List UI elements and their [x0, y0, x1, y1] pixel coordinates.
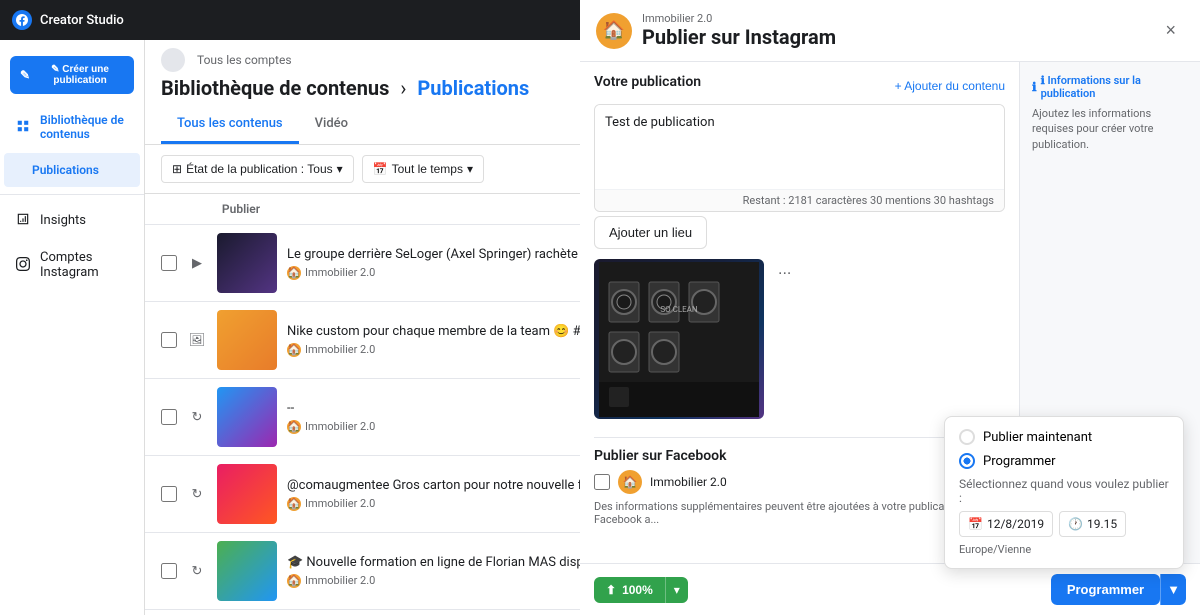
- row-checkbox[interactable]: [161, 255, 177, 271]
- schedule-time-input[interactable]: 🕐 19.15: [1059, 511, 1126, 537]
- sidebar-item-comptes[interactable]: Comptes Instagram: [4, 240, 140, 290]
- clock-icon: 🕐: [1068, 517, 1083, 531]
- post-image: SO CLEAN: [594, 259, 764, 419]
- modal-footer: ⬆ 100% ▾ Programmer ▼: [580, 563, 1200, 615]
- row-thumbnail: [217, 310, 277, 370]
- tab-video[interactable]: Vidéo: [299, 106, 364, 144]
- publication-section-header: Votre publication + Ajouter du contenu: [594, 74, 1005, 98]
- calendar-filter-icon: 📅: [373, 162, 388, 176]
- fb-account-name: Immobilier 2.0: [650, 475, 727, 489]
- modal-close-button[interactable]: ×: [1157, 16, 1184, 45]
- progress-button[interactable]: ⬆ 100%: [594, 577, 665, 603]
- char-count: Restant : 2181 caractères 30 mentions 30…: [595, 189, 1004, 211]
- create-icon: ✎: [20, 68, 30, 82]
- svg-text:SO CLEAN: SO CLEAN: [660, 305, 698, 314]
- video-icon: ▶: [187, 253, 207, 273]
- fb-account-icon: 🏠: [618, 470, 642, 494]
- grid-icon: [16, 119, 32, 135]
- account-icon: 🏠: [287, 574, 301, 588]
- publish-group: Programmer ▼: [1051, 574, 1186, 605]
- modal-sidebar-title: ℹ ℹ Informations sur la publication: [1032, 74, 1188, 100]
- sidebar-item-publications[interactable]: Publications: [4, 153, 140, 187]
- fb-logo: [12, 10, 32, 30]
- modal-title: Publier sur Instagram: [642, 25, 1147, 49]
- schedule-timezone: Europe/Vienne: [959, 543, 1169, 556]
- more-options-button[interactable]: ...: [772, 259, 797, 281]
- modal-account-name: Immobilier 2.0: [642, 12, 1147, 25]
- page-title: Bibliothèque de contenus › Publications: [161, 76, 529, 100]
- calendar-icon: 📅: [968, 517, 983, 531]
- row-checkbox[interactable]: [161, 332, 177, 348]
- chart-icon: [16, 212, 32, 228]
- publish-dropdown-button[interactable]: ▼: [1160, 574, 1186, 605]
- schedule-select-label: Sélectionnez quand vous voulez publier :: [959, 477, 1169, 505]
- schedule-option[interactable]: Programmer: [959, 453, 1169, 469]
- publish-now-label: Publier maintenant: [983, 430, 1092, 445]
- account-icon: 🏠: [287, 420, 301, 434]
- sidebar-bibliotheque-label: Bibliothèque de contenus: [40, 113, 128, 141]
- schedule-radio[interactable]: [959, 453, 975, 469]
- schedule-date-input[interactable]: 📅 12/8/2019: [959, 511, 1053, 537]
- account-icon: 🏠: [287, 343, 301, 357]
- upload-icon: ⬆: [606, 583, 616, 597]
- account-icon: 🏠: [287, 266, 301, 280]
- account-logo: [161, 48, 185, 72]
- programme-button[interactable]: Programmer: [1051, 574, 1160, 605]
- publish-now-option[interactable]: Publier maintenant: [959, 429, 1169, 445]
- publications-label: Publications: [32, 163, 99, 177]
- sidebar: ✎ ✎ Créer une publication Bibliothèque d…: [0, 40, 145, 615]
- account-name: Tous les comptes: [197, 53, 292, 67]
- publication-textarea[interactable]: Test de publication: [595, 105, 1004, 185]
- chevron-down-icon: ▾: [337, 162, 343, 176]
- row-thumbnail: [217, 387, 277, 447]
- sidebar-divider: [0, 194, 144, 195]
- row-checkbox[interactable]: [161, 409, 177, 425]
- comptes-label: Comptes Instagram: [40, 250, 128, 280]
- row-checkbox[interactable]: [161, 486, 177, 502]
- publish-now-radio[interactable]: [959, 429, 975, 445]
- refresh-icon-3: ↻: [187, 561, 207, 581]
- row-checkbox[interactable]: [161, 563, 177, 579]
- sidebar-item-insights[interactable]: Insights: [4, 202, 140, 238]
- modal-title-group: Immobilier 2.0 Publier sur Instagram: [642, 12, 1147, 49]
- row-thumbnail: [217, 233, 277, 293]
- account-icon: 🏠: [287, 497, 301, 511]
- time-filter-button[interactable]: 📅 Tout le temps ▾: [362, 155, 484, 183]
- instagram-icon: [16, 257, 32, 273]
- status-filter-label: État de la publication : Tous: [186, 162, 333, 176]
- refresh-icon-2: ↻: [187, 484, 207, 504]
- photo-icon: 🖼: [187, 330, 207, 350]
- refresh-icon: ↻: [187, 407, 207, 427]
- row-thumbnail: [217, 464, 277, 524]
- col-publish-header: Publier: [201, 202, 281, 216]
- fb-checkbox[interactable]: [594, 474, 610, 490]
- row-thumbnail: [217, 541, 277, 601]
- status-filter-button[interactable]: ⊞ État de la publication : Tous ▾: [161, 155, 354, 183]
- add-content-button[interactable]: + Ajouter du contenu: [895, 79, 1005, 93]
- app-name: Creator Studio: [40, 13, 124, 28]
- text-area-wrapper: Test de publication Restant : 2181 carac…: [594, 104, 1005, 212]
- chevron-down-icon-2: ▾: [467, 162, 473, 176]
- info-icon: ℹ: [1032, 80, 1037, 94]
- create-publication-button[interactable]: ✎ ✎ Créer une publication: [10, 56, 134, 94]
- modal-account-icon: 🏠: [596, 13, 632, 49]
- insights-label: Insights: [40, 213, 86, 228]
- progress-dropdown-button[interactable]: ▾: [665, 577, 688, 603]
- filter-icon: ⊞: [172, 162, 182, 176]
- modal-sidebar-text: Ajoutez les informations requises pour c…: [1032, 106, 1188, 152]
- modal-header: 🏠 Immobilier 2.0 Publier sur Instagram ×: [580, 0, 1200, 62]
- schedule-label: Programmer: [983, 454, 1056, 469]
- image-content: SO CLEAN: [594, 259, 764, 419]
- sidebar-item-bibliotheque[interactable]: Bibliothèque de contenus: [4, 103, 140, 151]
- publications-title: Publications: [417, 76, 529, 100]
- publication-section-title: Votre publication: [594, 74, 701, 90]
- schedule-popup: Publier maintenant Programmer Sélectionn…: [944, 416, 1184, 569]
- location-button[interactable]: Ajouter un lieu: [594, 216, 707, 249]
- schedule-inputs: 📅 12/8/2019 🕐 19.15: [959, 511, 1169, 537]
- tab-tous-contenus[interactable]: Tous les contenus: [161, 106, 299, 144]
- publish-modal: 🏠 Immobilier 2.0 Publier sur Instagram ×…: [580, 0, 1200, 615]
